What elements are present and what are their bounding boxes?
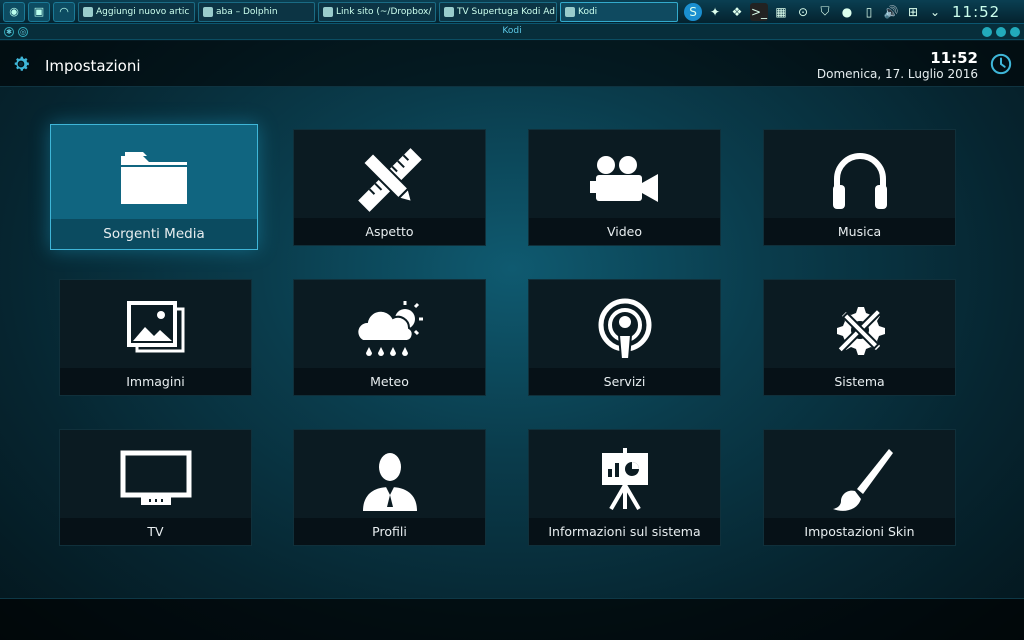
taskbar: ◉ ▣ ◠ Aggiungi nuovo artic aba – Dolphin… [0,0,1024,24]
tile-label: Immagini [60,368,251,395]
taskbar-clock[interactable]: 11:52 [952,3,1000,21]
minimize-button[interactable] [982,27,992,37]
document-icon [323,6,333,17]
browser-launcher-icon[interactable]: ◠ [53,1,75,22]
tile-sistema[interactable]: Sistema [763,279,956,396]
page-title: Impostazioni [45,57,141,75]
paintbrush-icon [832,449,893,511]
task-item-browser[interactable]: Aggiungi nuovo artic [78,1,195,22]
kodi-tray-icon[interactable]: ✦ [706,3,724,21]
tile-label: Sorgenti Media [51,219,257,249]
weather-icon [355,301,423,356]
tile-informazioni-sistema[interactable]: Informazioni sul sistema [528,429,721,546]
tile-label: Musica [764,218,955,245]
tile-label: Profili [294,518,485,545]
terminal-icon[interactable]: >_ [750,2,768,21]
dropbox-icon[interactable]: ❖ [728,3,746,21]
tile-servizi[interactable]: Servizi [528,279,721,396]
skype-icon[interactable]: S [684,2,702,21]
headphones-icon [832,153,887,209]
desktop-icon[interactable]: ▣ [28,1,50,22]
folder-small-icon [203,6,213,17]
clock-icon [990,53,1012,75]
shield-icon[interactable]: ⛉ [816,3,834,21]
task-item-tv-browser[interactable]: TV Supertuga Kodi Ad [439,1,557,22]
app-menu-icon[interactable]: ◉ [3,1,25,22]
browser-icon [444,6,454,17]
close-button[interactable] [1010,27,1020,37]
task-item-kodi[interactable]: Kodi [560,1,678,22]
header: Impostazioni 11:52 Domenica, 17. Luglio … [0,41,1024,87]
window-title: Kodi [502,26,522,36]
tile-meteo[interactable]: Meteo [293,279,486,396]
pencil-ruler-icon [357,148,422,212]
podcast-icon [598,298,651,360]
tile-label: Video [529,218,720,245]
header-date: Domenica, 17. Luglio 2016 [816,67,978,81]
tile-impostazioni-skin[interactable]: Impostazioni Skin [763,429,956,546]
chevron-down-icon[interactable]: ⌄ [926,3,944,21]
profile-icon [362,453,417,511]
presentation-icon [601,448,648,511]
task-item-editor[interactable]: Link sito (~/Dropbox/ [318,1,436,22]
tile-musica[interactable]: Musica [763,129,956,246]
system-tray: S ✦ ❖ >_ ▦ ⊙ ⛉ ● ▯ 🔊 ⊞ ⌄ [684,2,948,21]
tile-video[interactable]: Video [528,129,721,246]
tile-label: Servizi [529,368,720,395]
tile-aspetto[interactable]: Aspetto [293,129,486,246]
folder-icon [121,152,187,204]
window-titlebar[interactable]: ✱ ◎ Kodi [0,24,1024,40]
clipboard-icon[interactable]: ● [838,3,856,21]
kodi-small-icon [565,6,575,17]
video-camera-icon [589,156,658,202]
volume-icon[interactable]: 🔊 [882,3,900,21]
tile-label: Informazioni sul sistema [529,518,720,545]
tile-label: Aspetto [294,218,485,245]
browser-icon [83,6,93,17]
settings-gear-icon [14,56,29,71]
maximize-button[interactable] [996,27,1006,37]
tile-label: TV [60,518,251,545]
tile-immagini[interactable]: Immagini [59,279,252,396]
tile-label: Impostazioni Skin [764,518,955,545]
network-icon[interactable]: ⊞ [904,3,922,21]
battery-icon[interactable]: ▯ [860,3,878,21]
tile-sorgenti-media[interactable]: Sorgenti Media [50,124,258,250]
gear-tools-icon [835,307,885,355]
tile-label: Sistema [764,368,955,395]
pictures-icon [126,301,184,353]
header-clock-time: 11:52 [930,49,978,67]
tile-tv[interactable]: TV [59,429,252,546]
screenshot-icon[interactable]: ▦ [772,3,790,21]
footer-bar [0,598,1024,640]
tv-icon [120,450,191,505]
tile-label: Meteo [294,368,485,395]
task-item-dolphin[interactable]: aba – Dolphin [198,1,315,22]
updater-icon[interactable]: ⊙ [794,3,812,21]
tile-profili[interactable]: Profili [293,429,486,546]
kodi-app: Impostazioni 11:52 Domenica, 17. Luglio … [0,41,1024,640]
